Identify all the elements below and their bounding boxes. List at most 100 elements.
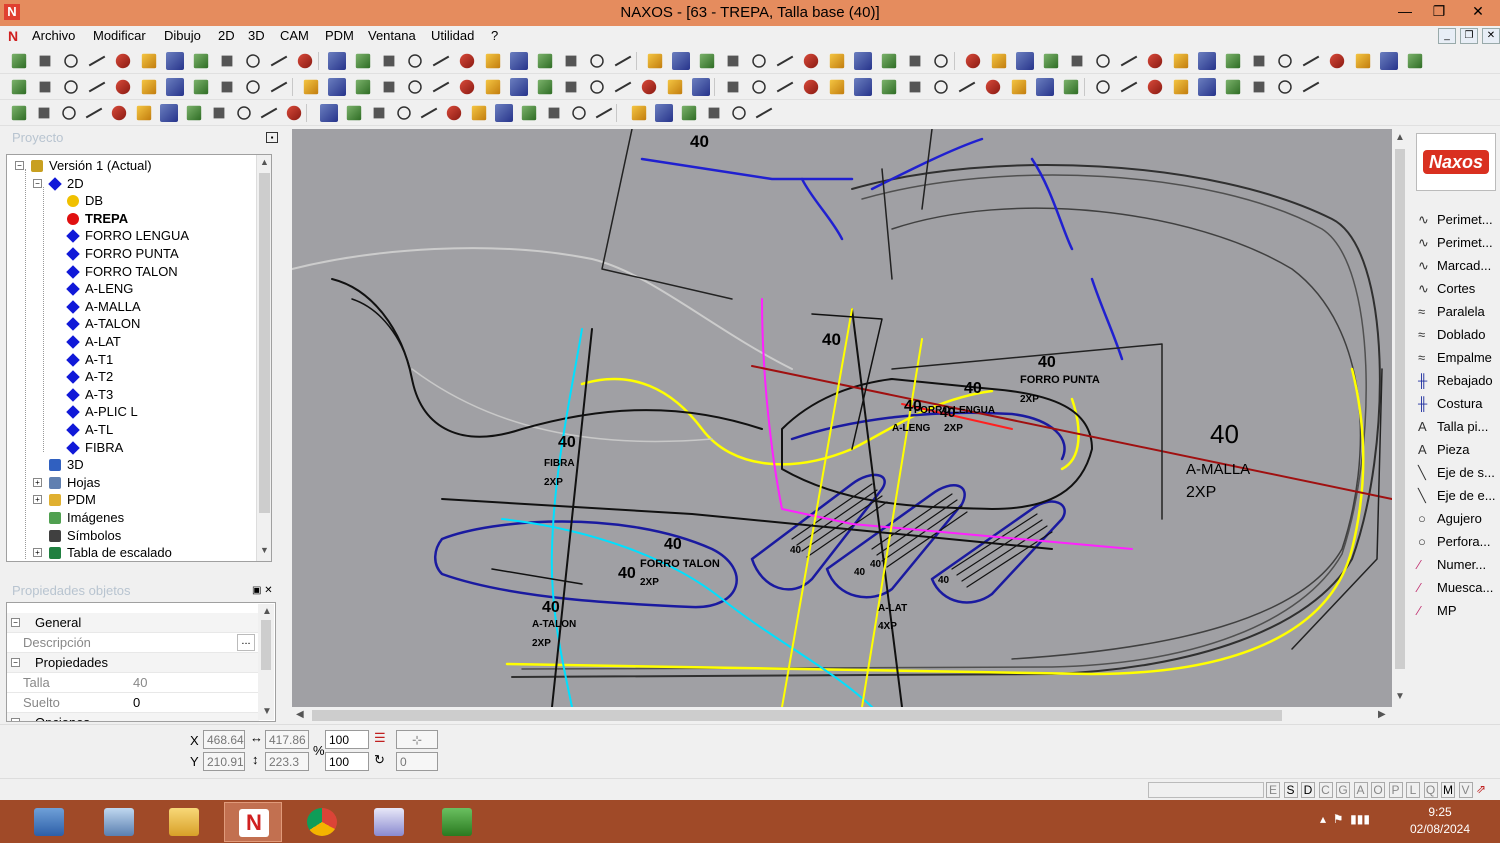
tool-mp[interactable]: ⁄ MP [1414,600,1500,622]
toolbar-tool-icon[interactable] [11,105,27,121]
toolbar-tool-icon[interactable] [881,53,897,69]
toolbar-tool-icon[interactable] [1225,79,1241,95]
mdi-restore-button[interactable]: ❐ [1460,28,1478,44]
toolbar-tool-icon[interactable] [346,105,362,121]
toolbar-tool-icon[interactable] [681,105,697,121]
x-field[interactable]: 468.64 [203,730,245,749]
toolbar-tool-icon[interactable] [590,54,604,68]
toolbar-tool-icon[interactable] [1096,80,1110,94]
expand-toggle-icon[interactable]: − [33,178,42,188]
toolbar-tool-icon[interactable] [297,53,313,69]
toolbar-tool-icon[interactable] [1380,52,1398,70]
toolbar-tool-icon[interactable] [727,81,739,93]
toolbar-tool-icon[interactable] [485,79,501,95]
toolbar-tool-icon[interactable] [934,54,948,68]
tree-item[interactable]: + Tabla de escalado [7,544,257,561]
status-toggle-p[interactable]: P [1388,782,1403,798]
tree-item[interactable]: A-T1 [7,351,257,369]
properties-scrollbar[interactable]: ▲ ▼ [258,604,274,720]
tool-muesca[interactable]: ⁄ Muesca... [1414,577,1500,599]
toolbar-tool-icon[interactable] [1147,79,1163,95]
task-chrome[interactable] [293,802,351,842]
menu-2d[interactable]: 2D [218,28,235,43]
toolbar-tool-icon[interactable] [1173,79,1189,95]
toolbar-tool-icon[interactable] [383,55,395,67]
panel-controls[interactable]: ▣ ✕ [252,585,273,596]
toolbar-tool-icon[interactable] [39,81,51,93]
drawing-canvas[interactable]: 40 40 40 FORRO PUNTA 40 2XP 40 FORRO LENGUA 40 A-… [292,129,1392,707]
toolbar-tool-icon[interactable] [647,53,663,69]
toolbar-tool-icon[interactable] [1043,53,1059,69]
toolbar-tool-icon[interactable] [565,81,577,93]
expand-toggle-icon[interactable]: + [33,477,42,487]
toolbar-tool-icon[interactable] [1063,79,1079,95]
toolbar-tool-icon[interactable] [39,55,51,67]
toolbar-tool-icon[interactable] [732,106,746,120]
scale-x-field[interactable]: 100 [325,730,369,749]
toolbar-tool-icon[interactable] [320,104,338,122]
toolbar-tool-icon[interactable] [111,105,127,121]
mdi-minimize-button[interactable]: _ [1438,28,1456,44]
toolbar-tool-icon[interactable] [708,107,720,119]
toolbar-tool-icon[interactable] [667,79,683,95]
toolbar-tool-icon[interactable] [141,79,157,95]
tree-item[interactable]: TREPA [7,210,257,228]
expand-toggle-icon[interactable]: + [33,495,42,505]
menu-3d[interactable]: 3D [248,28,265,43]
tool-cortes[interactable]: ∿ Cortes [1414,278,1500,300]
toolbar-tool-icon[interactable] [699,53,715,69]
toolbar-tool-icon[interactable] [397,106,411,120]
property-value[interactable]: 40 [133,675,147,690]
tree-item[interactable]: A-PLIC L [7,403,257,421]
tree-item[interactable]: A-TALON [7,315,257,333]
toolbar-tool-icon[interactable] [1253,81,1265,93]
toolbar-tool-icon[interactable] [11,79,27,95]
tree-scrollbar[interactable]: ▲ ▼ [256,155,271,561]
tree-item[interactable]: − 2D [7,175,257,193]
toolbar-tool-icon[interactable] [115,79,131,95]
system-tray[interactable]: ▴ ⚑ ▮▮▮ [1320,812,1370,826]
task-green-app[interactable] [428,802,486,842]
maximize-button[interactable]: ❐ [1422,0,1456,24]
toolbar-tool-icon[interactable] [355,53,371,69]
toolbar-tool-icon[interactable] [934,80,948,94]
property-value[interactable]: 0 [133,695,140,710]
toolbar-tool-icon[interactable] [881,79,897,95]
toolbar-tool-icon[interactable] [672,52,690,70]
tree-item[interactable]: A-LAT [7,333,257,351]
document-icon[interactable]: N [8,28,24,44]
toolbar-tool-icon[interactable] [590,80,604,94]
menu-utilidad[interactable]: Utilidad [431,28,474,43]
toolbar-tool-icon[interactable] [510,78,528,96]
toolbar-tool-icon[interactable] [510,52,528,70]
toolbar-tool-icon[interactable] [64,80,78,94]
task-app[interactable] [360,802,418,842]
toolbar-tool-icon[interactable] [408,54,422,68]
tree-item[interactable]: FORRO TALON [7,263,257,281]
align-icon[interactable]: ☰ [374,730,386,746]
status-toggle-o[interactable]: O [1371,782,1385,798]
toolbar-tool-icon[interactable] [1016,52,1034,70]
tool-costura[interactable]: ╫ Costura [1414,393,1500,415]
tree-item[interactable]: Símbolos [7,527,257,545]
toolbar-tool-icon[interactable] [1253,55,1265,67]
toolbar-tool-icon[interactable] [485,53,501,69]
task-calculator[interactable] [20,802,78,842]
status-toggle-d[interactable]: D [1301,782,1315,798]
tool-perimet[interactable]: ∿ Perimet... [1414,209,1500,231]
tree-item[interactable]: A-T2 [7,368,257,386]
toolbar-tool-icon[interactable] [1278,80,1292,94]
property-group[interactable]: − General [7,613,259,633]
status-toggle-l[interactable]: L [1406,782,1420,798]
toolbar-tool-icon[interactable] [965,53,981,69]
menu-cam[interactable]: CAM [280,28,309,43]
collapse-toggle-icon[interactable]: − [11,718,20,721]
status-toggle-e[interactable]: E [1266,782,1280,798]
menu-modificar[interactable]: Modificar [93,28,146,43]
tree-item[interactable]: + PDM [7,491,257,509]
property-group[interactable]: − Opciones [7,713,259,721]
status-toggle-m[interactable]: M [1441,782,1455,798]
toolbar-tool-icon[interactable] [909,55,921,67]
toolbar-tool-icon[interactable] [459,53,475,69]
toolbar-tool-icon[interactable] [141,53,157,69]
